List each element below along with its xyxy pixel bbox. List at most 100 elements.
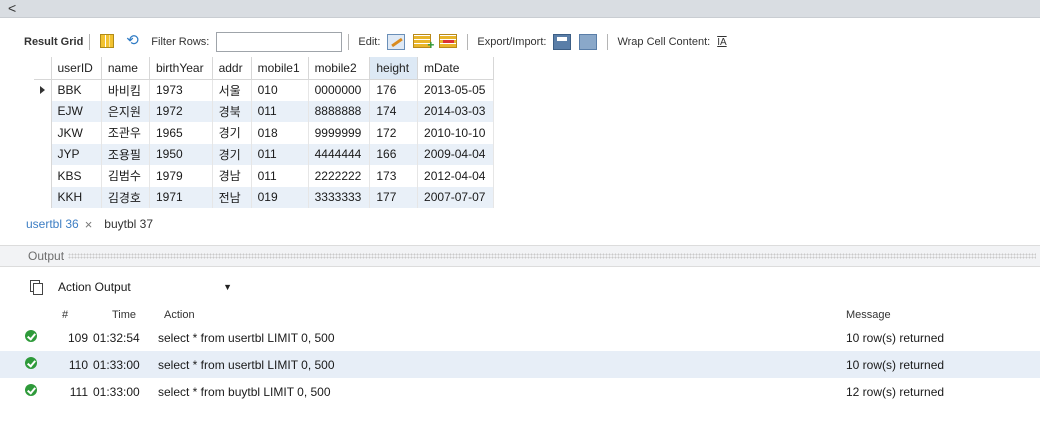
table-cell[interactable]: 011 [251,100,309,122]
table-row[interactable]: KKH 김경호 1971 전남 019 3333333 177 2007-07-… [34,186,495,208]
output-title: Output [28,249,65,263]
table-cell[interactable]: 166 [369,143,419,165]
action-row[interactable]: 111 01:33:00 select * from buytbl LIMIT … [0,378,1040,405]
column-header-message[interactable]: Message [846,309,891,321]
table-row[interactable]: JKW 조관우 1965 경기 018 9999999 172 2010-10-… [34,122,495,144]
delete-row-icon[interactable] [439,34,458,50]
action-row[interactable]: 110 01:33:00 select * from usertbl LIMIT… [0,351,1040,378]
table-cell[interactable]: 0000000 [308,79,371,101]
table-row[interactable]: EJW 은지원 1972 경북 011 8888888 174 2014-03-… [34,100,495,122]
table-cell[interactable]: 경기 [212,143,252,165]
copy-icon[interactable] [28,279,44,295]
column-header-action[interactable]: Action [164,309,195,321]
row-header[interactable] [34,186,52,208]
table-cell[interactable]: 018 [251,122,309,144]
add-row-icon[interactable] [413,34,434,52]
table-cell[interactable]: 1972 [149,100,213,122]
table-cell[interactable]: 174 [369,100,419,122]
table-cell[interactable]: KKH [51,186,102,208]
close-icon[interactable]: × [85,217,93,232]
wrap-cell-label: Wrap Cell Content: [617,36,711,48]
table-cell[interactable]: 011 [251,143,309,165]
table-cell[interactable]: 3333333 [308,186,371,208]
table-cell[interactable]: 바비킴 [101,79,150,101]
column-header[interactable]: mobile2 [308,57,371,80]
table-row[interactable]: BBK 바비킴 1973 서울 010 0000000 176 2013-05-… [34,79,495,101]
table-cell[interactable]: KBS [51,165,102,187]
table-cell[interactable]: 은지원 [101,100,150,122]
table-cell[interactable]: 176 [369,79,419,101]
output-selector-bar: Action Output ▼ [0,275,244,299]
row-header[interactable] [34,122,52,144]
table-row[interactable]: JYP 조용필 1950 경기 011 4444444 166 2009-04-… [34,143,495,165]
column-header-time[interactable]: Time [112,309,136,321]
table-cell[interactable]: 177 [369,186,419,208]
table-cell[interactable]: 9999999 [308,122,371,144]
table-cell[interactable]: 010 [251,79,309,101]
table-cell[interactable]: 2007-07-07 [417,186,495,208]
import-icon[interactable] [579,34,598,50]
table-cell[interactable]: 173 [369,165,419,187]
export-import-label: Export/Import: [477,36,547,48]
table-cell[interactable]: 김경호 [101,186,150,208]
table-row[interactable]: KBS 김범수 1979 경남 011 2222222 173 2012-04-… [34,165,495,187]
row-header[interactable] [34,143,52,165]
refresh-icon[interactable]: ⟲ [126,33,144,50]
table-cell[interactable]: 조관우 [101,122,150,144]
column-header[interactable]: mobile1 [251,57,309,80]
result-grid-label[interactable]: Result Grid [24,36,83,48]
back-chevron-icon[interactable]: < [8,0,16,16]
table-cell[interactable]: 1950 [149,143,213,165]
table-cell[interactable]: 019 [251,186,309,208]
filter-rows-input[interactable] [216,32,343,52]
table-cell[interactable]: 4444444 [308,143,371,165]
table-cell[interactable]: 김범수 [101,165,150,187]
edit-pencil-icon[interactable] [387,34,406,50]
tab-label: buytbl 37 [104,217,153,231]
table-cell[interactable]: 2013-05-05 [417,79,495,101]
column-header-num[interactable]: # [62,309,98,321]
table-cell[interactable]: 1965 [149,122,213,144]
table-cell[interactable]: EJW [51,100,102,122]
row-header-corner [34,57,52,80]
table-cell[interactable]: JYP [51,143,102,165]
table-cell[interactable]: 2012-04-04 [417,165,495,187]
grid-view-icon[interactable] [100,34,118,50]
column-header[interactable]: name [101,57,150,80]
tab-buytbl[interactable]: buytbl 37 [104,217,153,231]
table-cell[interactable]: 서울 [212,79,252,101]
table-cell[interactable]: BBK [51,79,102,101]
wrap-cell-icon[interactable]: IA [717,37,726,48]
table-cell[interactable]: 172 [369,122,419,144]
column-header[interactable]: mDate [417,57,495,80]
column-header[interactable]: userID [51,57,102,80]
table-cell[interactable]: 경기 [212,122,252,144]
table-cell[interactable]: 2010-10-10 [417,122,495,144]
action-number: 111 [69,384,88,399]
action-time: 01:32:54 [93,330,140,345]
table-cell[interactable]: 조용필 [101,143,150,165]
table-cell[interactable]: 8888888 [308,100,371,122]
output-type-select[interactable]: Action Output ▼ [58,280,244,294]
column-header[interactable]: birthYear [149,57,213,80]
table-cell[interactable]: 1971 [149,186,213,208]
action-query: select * from buytbl LIMIT 0, 500 [158,384,331,399]
table-cell[interactable]: 2009-04-04 [417,143,495,165]
header-grip [68,253,1036,259]
export-icon[interactable] [553,34,572,50]
table-cell[interactable]: 011 [251,165,309,187]
table-cell[interactable]: 2222222 [308,165,371,187]
table-cell[interactable]: 경남 [212,165,252,187]
tab-usertbl[interactable]: usertbl 36 × [26,217,92,232]
action-row[interactable]: 109 01:32:54 select * from usertbl LIMIT… [0,324,1040,351]
table-cell[interactable]: 전남 [212,186,252,208]
row-header[interactable] [34,100,52,122]
column-header-selected[interactable]: height [369,57,419,80]
row-header[interactable] [34,165,52,187]
table-cell[interactable]: 2014-03-03 [417,100,495,122]
table-cell[interactable]: 1979 [149,165,213,187]
table-cell[interactable]: 경북 [212,100,252,122]
table-cell[interactable]: 1973 [149,79,213,101]
table-cell[interactable]: JKW [51,122,102,144]
column-header[interactable]: addr [212,57,252,80]
